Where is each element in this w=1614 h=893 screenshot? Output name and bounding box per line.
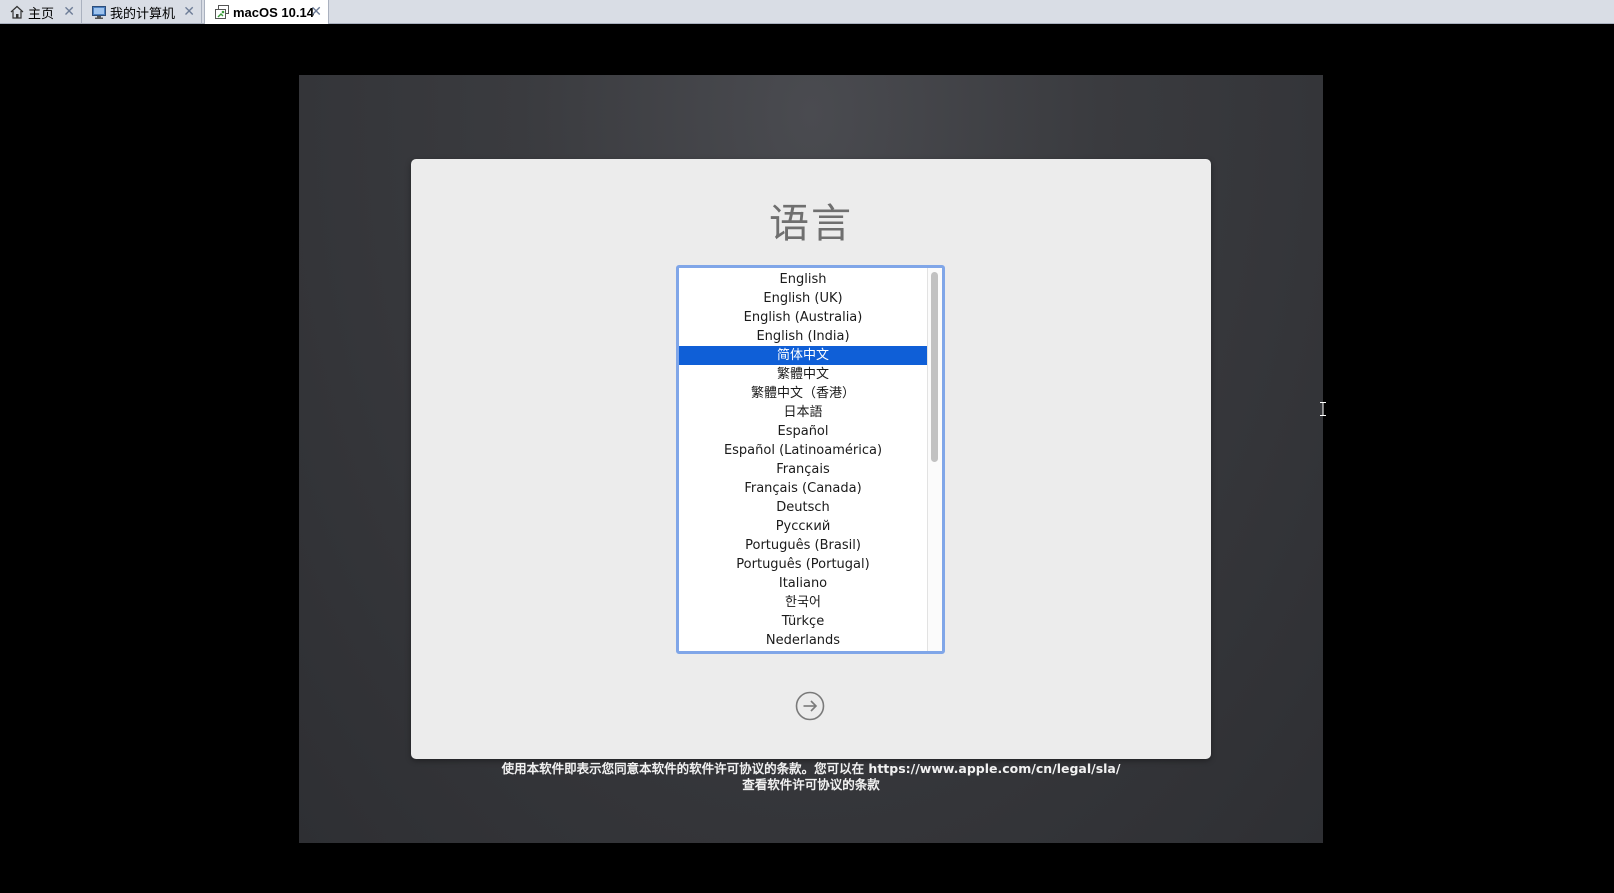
language-item[interactable]: Português (Brasil): [679, 536, 927, 555]
language-item[interactable]: 日本語: [679, 403, 927, 422]
language-list[interactable]: English English (UK) English (Australia) En…: [676, 265, 945, 654]
tab-my-computer[interactable]: 我的计算机 ✕: [82, 0, 202, 24]
tab-my-computer-close-icon[interactable]: ✕: [183, 3, 195, 19]
computer-icon: [91, 4, 107, 20]
tab-macos[interactable]: macOS 10.14 ✕: [204, 0, 329, 24]
tab-my-computer-label: 我的计算机: [110, 5, 176, 21]
tab-home-label: 主页: [28, 5, 55, 21]
vm-screen[interactable]: 语言 English English (UK) English (Australia…: [299, 75, 1323, 843]
tab-home[interactable]: 主页 ✕: [0, 0, 82, 24]
license-notice-line1: 使用本软件即表示您同意本软件的软件许可协议的条款。您可以在 https://ww…: [501, 761, 1121, 776]
language-item-selected[interactable]: 简体中文: [679, 346, 927, 365]
language-item[interactable]: Français (Canada): [679, 479, 927, 498]
language-item[interactable]: English (India): [679, 327, 927, 346]
home-icon: [9, 4, 25, 20]
language-list-items: English English (UK) English (Australia) En…: [679, 268, 927, 651]
language-item[interactable]: English (Australia): [679, 308, 927, 327]
language-list-scrollbar[interactable]: [927, 268, 942, 651]
vm-tab-bar: 主页 ✕ 我的计算机 ✕ macOS 10.14 ✕: [0, 0, 1614, 24]
language-item[interactable]: English (UK): [679, 289, 927, 308]
virtual-machine-icon: [214, 4, 230, 20]
text-cursor-icon: [1320, 402, 1326, 416]
language-item[interactable]: Nederlands: [679, 631, 927, 650]
tab-macos-close-icon[interactable]: ✕: [310, 3, 322, 19]
language-item[interactable]: Русский: [679, 517, 927, 536]
dialog-title: 语言: [769, 201, 853, 247]
license-notice-line2[interactable]: 查看软件许可协议的条款: [299, 777, 1323, 793]
tab-macos-label: macOS 10.14: [233, 4, 314, 20]
arrow-right-circle-icon: [795, 691, 825, 721]
language-item[interactable]: English: [679, 270, 927, 289]
language-item[interactable]: Italiano: [679, 574, 927, 593]
language-item[interactable]: Español: [679, 422, 927, 441]
scrollbar-thumb[interactable]: [931, 272, 938, 462]
language-item[interactable]: Español (Latinoamérica): [679, 441, 927, 460]
language-item[interactable]: Türkçe: [679, 612, 927, 631]
next-button[interactable]: [795, 691, 825, 721]
tab-home-close-icon[interactable]: ✕: [63, 3, 75, 19]
language-item[interactable]: 繁體中文: [679, 365, 927, 384]
language-item[interactable]: 한국어: [679, 593, 927, 612]
license-notice: 使用本软件即表示您同意本软件的软件许可协议的条款。您可以在 https://ww…: [299, 761, 1323, 793]
language-dialog: 语言 English English (UK) English (Australia…: [411, 159, 1211, 759]
language-item[interactable]: Português (Portugal): [679, 555, 927, 574]
language-item[interactable]: Deutsch: [679, 498, 927, 517]
language-item[interactable]: 繁體中文（香港）: [679, 384, 927, 403]
language-item[interactable]: Français: [679, 460, 927, 479]
